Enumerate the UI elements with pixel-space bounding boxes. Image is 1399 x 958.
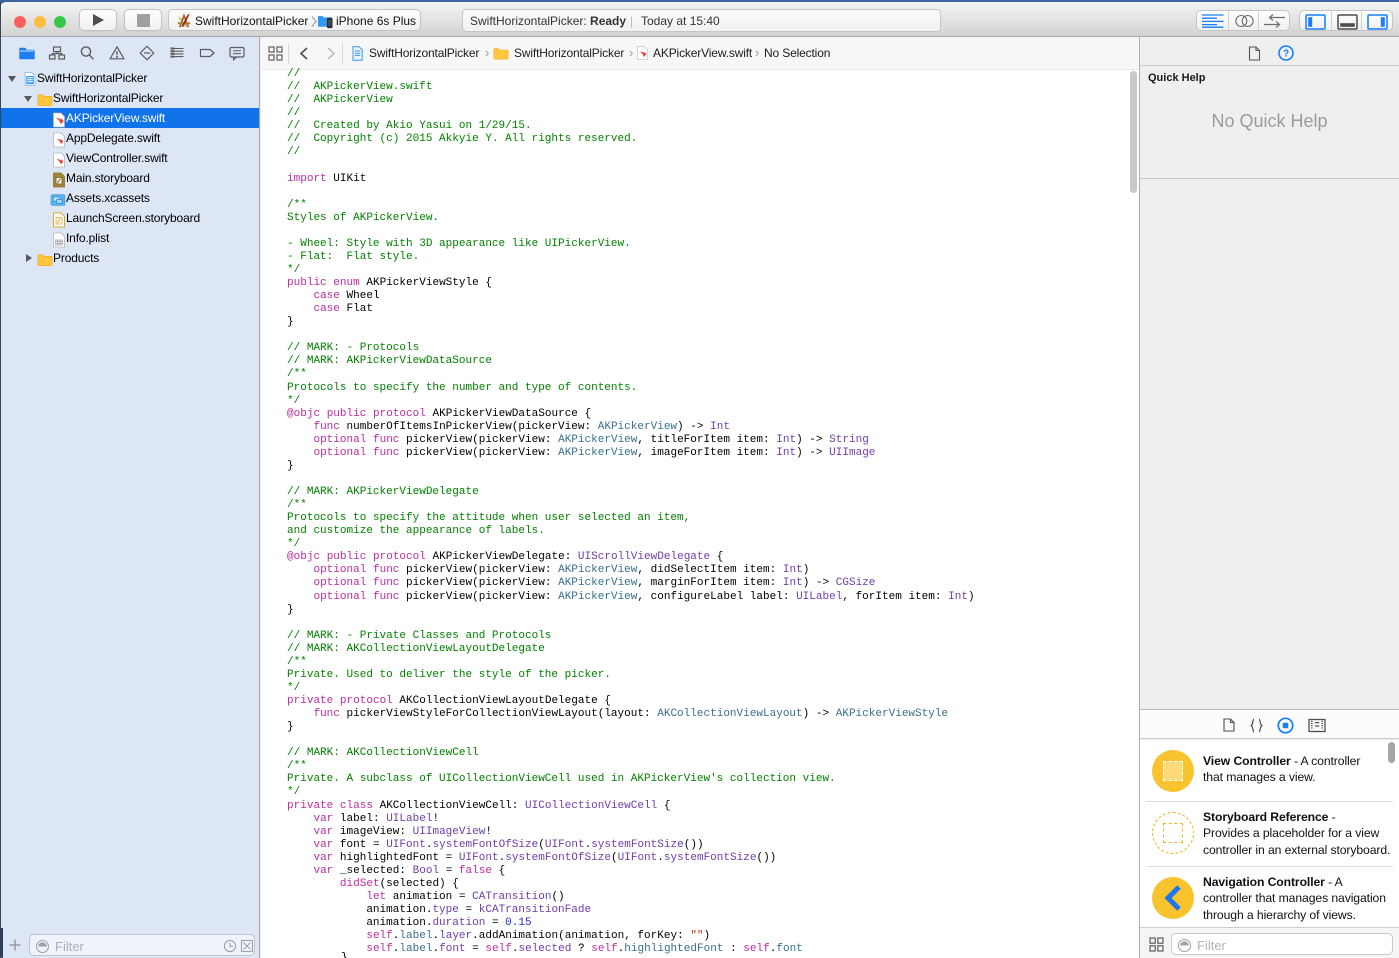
svg-text:?: ? [1283,49,1289,60]
